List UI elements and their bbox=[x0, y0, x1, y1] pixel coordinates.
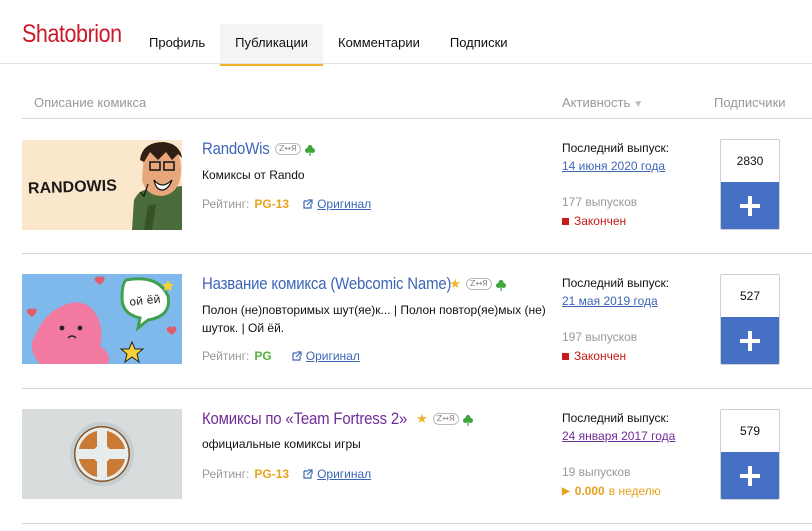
tab-comments[interactable]: Комментарии bbox=[323, 24, 435, 64]
status-label: Закончен bbox=[574, 214, 627, 228]
original-link-label: Оригинал bbox=[317, 197, 372, 211]
external-link-icon bbox=[303, 199, 313, 209]
column-activity-label: Активность bbox=[562, 95, 631, 110]
finished-square-icon bbox=[562, 217, 569, 225]
site-logo[interactable]: Shatobrion bbox=[22, 20, 122, 49]
rating-label: Рейтинг: bbox=[202, 197, 250, 211]
original-link-label: Оригинал bbox=[305, 349, 360, 363]
translation-badge: Z↔Я bbox=[432, 413, 459, 425]
comic-row: RANDOWIS RandoWis Z↔Я Комиксы от Rando Р… bbox=[22, 119, 812, 254]
clover-icon bbox=[304, 143, 316, 156]
rating-label: Рейтинг: bbox=[202, 467, 250, 481]
last-release-label: Последний выпуск: bbox=[562, 411, 670, 425]
subscribe-widget: 2830 bbox=[720, 139, 780, 230]
play-triangle-icon: ▶ bbox=[562, 485, 570, 497]
comic-thumbnail-webcomic-name[interactable]: ой ёй bbox=[22, 274, 182, 364]
subscribe-plus-button[interactable] bbox=[721, 452, 779, 499]
tab-profile[interactable]: Профиль bbox=[134, 24, 220, 64]
tabs-divider bbox=[0, 63, 812, 64]
subscriber-count: 2830 bbox=[736, 154, 764, 168]
issues-count: 177 выпусков bbox=[562, 195, 638, 209]
comic-thumbnail-randowis[interactable]: RANDOWIS bbox=[22, 140, 182, 230]
comic-description: Комиксы от Rando bbox=[202, 168, 305, 182]
status-ongoing-rate: ▶ 0.000 в неделю bbox=[562, 484, 675, 498]
issues-count: 19 выпусков bbox=[562, 465, 631, 479]
issues-count: 197 выпусков bbox=[562, 330, 638, 344]
rating-value: PG-13 bbox=[254, 197, 290, 211]
tab-publications[interactable]: Публикации bbox=[220, 24, 323, 66]
table-header: Описание комикса Активность ▼ Подписчики bbox=[22, 86, 812, 119]
site-header: Shatobrion Профиль Публикации Комментари… bbox=[0, 0, 812, 66]
last-release-date-link[interactable]: 14 июня 2020 года bbox=[562, 159, 669, 173]
subscribe-plus-button[interactable] bbox=[721, 317, 779, 364]
favorite-star-icon: ★ bbox=[416, 411, 428, 426]
status-label: Закончен bbox=[574, 349, 627, 363]
comic-row: ой ёй Название комикса (Webcomic Name) ★… bbox=[22, 254, 812, 389]
comic-title[interactable]: Название комикса (Webcomic Name) bbox=[202, 274, 451, 294]
external-link-icon bbox=[292, 351, 302, 361]
clover-icon bbox=[462, 413, 474, 426]
status-finished: Закончен bbox=[562, 349, 669, 363]
clover-icon bbox=[495, 278, 507, 291]
translation-badge: Z↔Я bbox=[465, 278, 492, 290]
sort-down-icon: ▼ bbox=[633, 99, 644, 110]
last-release-label: Последний выпуск: bbox=[562, 276, 670, 290]
comic-thumbnail-team-fortress[interactable] bbox=[22, 409, 182, 499]
tab-subscriptions[interactable]: Подписки bbox=[435, 24, 523, 64]
weekly-rate: 0.000 bbox=[574, 484, 605, 498]
translation-badge: Z↔Я bbox=[274, 143, 301, 155]
finished-square-icon bbox=[562, 352, 569, 360]
original-link[interactable]: Оригинал bbox=[292, 349, 360, 363]
last-release-date-link[interactable]: 24 января 2017 года bbox=[562, 429, 675, 443]
subscriber-count: 579 bbox=[739, 424, 761, 438]
rating-value: PG bbox=[254, 349, 272, 363]
comic-description: Полон (не)повторимых шут(яе)к... | Полон… bbox=[202, 303, 546, 335]
last-release-date-link[interactable]: 21 мая 2019 года bbox=[562, 294, 669, 308]
original-link-label: Оригинал bbox=[317, 467, 372, 481]
last-release-label: Последний выпуск: bbox=[562, 141, 670, 155]
column-activity-sort[interactable]: Активность ▼ bbox=[562, 95, 643, 110]
randowis-thumb-text: RANDOWIS bbox=[28, 177, 118, 197]
column-subscribers: Подписчики bbox=[714, 95, 786, 110]
original-link[interactable]: Оригинал bbox=[303, 197, 371, 211]
comic-row: Комиксы по «Team Fortress 2» ★ Z↔Я офици… bbox=[22, 389, 812, 524]
comic-description: официальные комиксы игры bbox=[202, 437, 361, 451]
weekly-rate-unit: в неделю bbox=[608, 484, 661, 498]
subscriber-count: 527 bbox=[739, 289, 761, 303]
subscribe-widget: 527 bbox=[720, 274, 780, 365]
column-description: Описание комикса bbox=[34, 95, 147, 110]
comic-title[interactable]: Комиксы по «Team Fortress 2» bbox=[202, 409, 407, 429]
comic-title[interactable]: RandoWis bbox=[202, 139, 270, 159]
status-finished: Закончен bbox=[562, 214, 669, 228]
original-link[interactable]: Оригинал bbox=[303, 467, 371, 481]
profile-tabs: Профиль Публикации Комментарии Подписки bbox=[134, 24, 523, 66]
external-link-icon bbox=[303, 469, 313, 479]
subscribe-widget: 579 bbox=[720, 409, 780, 500]
subscribe-plus-button[interactable] bbox=[721, 182, 779, 229]
rating-value: PG-13 bbox=[254, 467, 290, 481]
rating-label: Рейтинг: bbox=[202, 349, 250, 363]
